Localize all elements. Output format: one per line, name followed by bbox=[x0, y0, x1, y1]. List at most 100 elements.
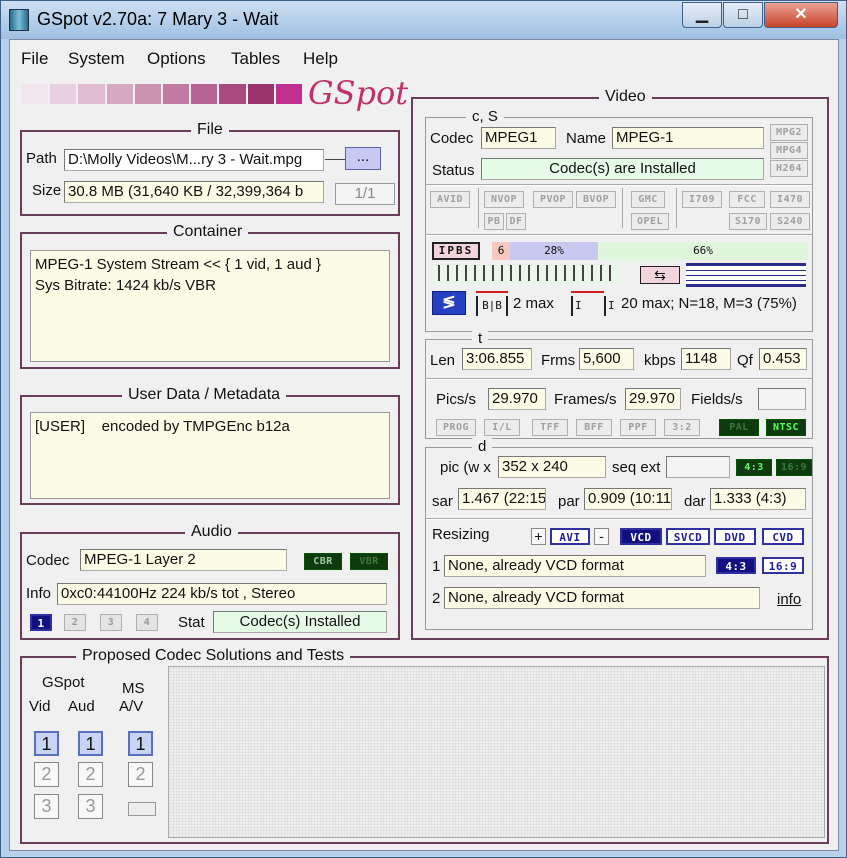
timing-subgroup-title: t bbox=[472, 330, 489, 347]
info-link[interactable]: info bbox=[777, 591, 801, 608]
video-status-label: Status bbox=[432, 162, 475, 179]
pulldown-flag: 3:2 bbox=[664, 419, 700, 436]
vbr-indicator: VBR bbox=[350, 553, 388, 570]
menu-options[interactable]: Options bbox=[147, 49, 206, 69]
resize2-label: 2 bbox=[432, 590, 441, 607]
resize-aspect-16-9-button[interactable]: 16:9 bbox=[762, 557, 804, 574]
opel-flag: OPEL bbox=[631, 213, 669, 230]
gmc-flag: GMC bbox=[631, 191, 665, 208]
vcd-button[interactable]: VCD bbox=[620, 528, 662, 545]
frames-label: Frames/s bbox=[554, 391, 617, 408]
s240-flag: S240 bbox=[770, 213, 810, 230]
resize2-field: None, already VCD format bbox=[444, 587, 760, 609]
dvd-button[interactable]: DVD bbox=[714, 528, 756, 545]
path-field[interactable]: D:\Molly Videos\M...ry 3 - Wait.mpg bbox=[64, 149, 324, 171]
size-label: Size bbox=[32, 182, 62, 199]
ms-test-3-slot bbox=[128, 802, 156, 816]
menu-tables[interactable]: Tables bbox=[231, 49, 280, 69]
resize-aspect-4-3-button[interactable]: 4:3 bbox=[716, 557, 756, 574]
gspot-label: GSpot bbox=[42, 674, 85, 691]
video-group-title: Video bbox=[599, 88, 652, 106]
container-group: Container MPEG-1 System Stream << { 1 vi… bbox=[20, 223, 400, 369]
page-indicator: 1/1 bbox=[335, 183, 395, 205]
vid-label: Vid bbox=[29, 698, 51, 715]
nvop-flag: NVOP bbox=[484, 191, 524, 208]
container-group-title: Container bbox=[167, 223, 249, 241]
pb-flag: PB bbox=[484, 213, 504, 230]
kbps-label: kbps bbox=[644, 352, 676, 369]
pic-label: pic (w x bbox=[440, 459, 491, 476]
i-frame-marker-b: I bbox=[604, 296, 618, 316]
separator bbox=[622, 188, 623, 228]
audio-track-1[interactable]: 1 bbox=[30, 614, 52, 631]
s170-flag: S170 bbox=[729, 213, 767, 230]
p-frame-share: 6 bbox=[492, 242, 510, 260]
video-status-field: Codec(s) are Installed bbox=[481, 158, 764, 180]
avi-button[interactable]: AVI bbox=[550, 528, 590, 545]
ms-test-1[interactable]: 1 bbox=[128, 731, 153, 756]
menu-file[interactable]: File bbox=[21, 49, 48, 69]
b-frame-marker: B|B bbox=[476, 296, 508, 316]
audio-info-label: Info bbox=[26, 585, 52, 602]
video-name-field: MPEG-1 bbox=[612, 127, 764, 149]
window-title: GSpot v2.70a: 7 Mary 3 - Wait bbox=[37, 9, 279, 29]
pics-label: Pics/s bbox=[436, 391, 477, 408]
browse-button[interactable]: ... bbox=[345, 147, 381, 170]
path-connector bbox=[325, 159, 345, 160]
separator bbox=[426, 184, 812, 186]
len-field: 3:06.855 bbox=[462, 348, 532, 370]
audio-track-2[interactable]: 2 bbox=[64, 614, 86, 631]
maximize-button[interactable]: □ bbox=[723, 2, 763, 28]
video-codec-label: Codec bbox=[430, 130, 474, 147]
pic-field: 352 x 240 bbox=[498, 456, 606, 478]
svcd-button[interactable]: SVCD bbox=[666, 528, 710, 545]
proposed-group-title: Proposed Codec Solutions and Tests bbox=[76, 647, 351, 665]
minimize-button[interactable]: ▁ bbox=[682, 2, 722, 28]
audio-track-3[interactable]: 3 bbox=[100, 614, 122, 631]
cvd-button[interactable]: CVD bbox=[762, 528, 804, 545]
title-bar: GSpot v2.70a: 7 Mary 3 - Wait ▁ □ ✕ bbox=[1, 1, 846, 39]
frames-field: 29.970 bbox=[625, 388, 681, 410]
bitrate-lines-icon bbox=[686, 263, 806, 287]
pal-indicator: PAL bbox=[719, 419, 759, 436]
vid-test-1[interactable]: 1 bbox=[34, 731, 59, 756]
h264-indicator: H264 bbox=[770, 160, 808, 177]
ms-test-2[interactable]: 2 bbox=[128, 762, 153, 787]
aud-test-2[interactable]: 2 bbox=[78, 762, 103, 787]
ppf-flag: PPF bbox=[620, 419, 656, 436]
audio-track-4[interactable]: 4 bbox=[136, 614, 158, 631]
resize-minus-button[interactable]: - bbox=[594, 528, 609, 545]
menu-system[interactable]: System bbox=[68, 49, 125, 69]
logo-gradient-bar bbox=[22, 84, 303, 104]
resize-plus-button[interactable]: + bbox=[531, 528, 546, 545]
dar-field: 1.333 (4:3) bbox=[710, 488, 806, 510]
i-frame-marker-a: I bbox=[571, 296, 585, 316]
resize1-field: None, already VCD format bbox=[444, 555, 706, 577]
cbr-indicator: CBR bbox=[304, 553, 342, 570]
close-button[interactable]: ✕ bbox=[764, 2, 838, 28]
qf-field: 0.453 bbox=[759, 348, 807, 370]
userdata-memo: [USER] encoded by TMPGEnc b12a bbox=[30, 412, 390, 499]
userdata-group: User Data / Metadata [USER] encoded by T… bbox=[20, 386, 400, 505]
video-group: Video c, S Codec MPEG1 Name MPEG-1 MPG2 … bbox=[411, 88, 829, 640]
proposed-group: Proposed Codec Solutions and Tests GSpot… bbox=[20, 647, 829, 844]
fields-label: Fields/s bbox=[691, 391, 743, 408]
client-area: File System Options Tables Help GSpot Fi… bbox=[9, 39, 839, 851]
bff-flag: BFF bbox=[576, 419, 612, 436]
av-label: A/V bbox=[119, 698, 144, 715]
b-span-arrow bbox=[476, 291, 508, 293]
aud-test-3[interactable]: 3 bbox=[78, 794, 103, 819]
file-group: File Path D:\Molly Videos\M...ry 3 - Wai… bbox=[20, 121, 400, 216]
menu-bar: File System Options Tables Help bbox=[10, 40, 838, 72]
dimensions-subgroup-title: d bbox=[472, 438, 493, 455]
audio-group-title: Audio bbox=[185, 523, 238, 541]
sar-label: sar bbox=[432, 493, 453, 510]
fcc-flag: FCC bbox=[729, 191, 765, 208]
i709-flag: I709 bbox=[682, 191, 722, 208]
aud-test-1[interactable]: 1 bbox=[78, 731, 103, 756]
i-span-arrow bbox=[571, 291, 604, 293]
audio-stat-field: Codec(s) Installed bbox=[213, 611, 387, 633]
vid-test-2[interactable]: 2 bbox=[34, 762, 59, 787]
vid-test-3[interactable]: 3 bbox=[34, 794, 59, 819]
menu-help[interactable]: Help bbox=[303, 49, 338, 69]
